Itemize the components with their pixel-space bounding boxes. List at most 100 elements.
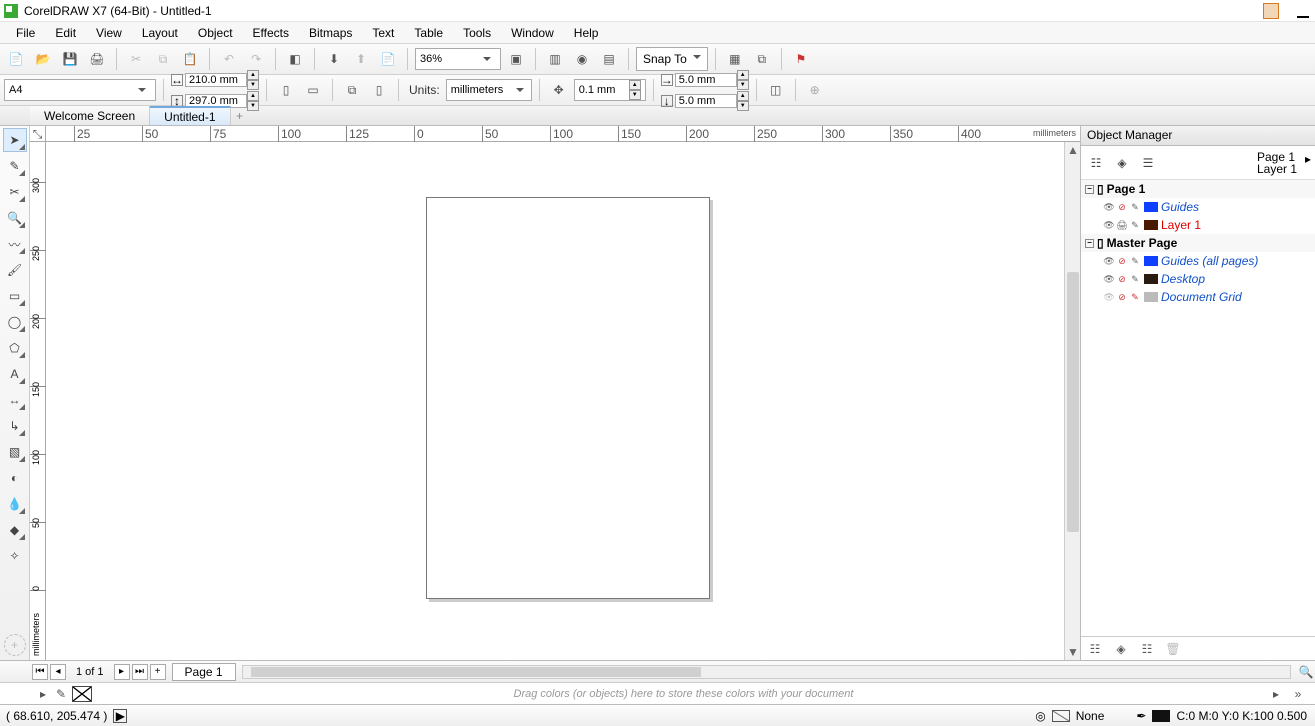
save-button[interactable]: 💾 [58,47,82,71]
eye-icon[interactable]: 👁 [1103,201,1115,213]
menu-bitmaps[interactable]: Bitmaps [299,24,362,42]
show-guidelines-button[interactable]: ▤ [597,47,621,71]
pick-tool[interactable]: ➤ [3,128,27,152]
nudge-input-wrap[interactable]: ▲▼ [574,79,646,101]
redo-button[interactable]: ↷ [244,47,268,71]
color-swatch[interactable] [1144,274,1158,284]
fill-swatch[interactable] [1152,710,1170,722]
fill-pen-icon[interactable]: ✒ [1136,709,1146,723]
scroll-down-button[interactable]: ▼ [1065,644,1080,660]
menu-text[interactable]: Text [362,24,404,42]
nudge-input[interactable] [579,81,629,99]
om-page-info[interactable]: Page 1 Layer 1 ▸ [1257,151,1311,175]
portrait-button[interactable]: ▯ [274,78,298,102]
close-toolbar-button[interactable]: ⚑ [789,47,813,71]
menu-table[interactable]: Table [404,24,453,42]
print-disabled-icon[interactable]: ⊘ [1116,201,1128,213]
color-eyedropper-tool[interactable]: 💧 [3,492,27,516]
scroll-thumb[interactable] [1067,272,1079,532]
chevron-down-icon[interactable] [693,52,701,66]
polygon-tool[interactable]: ⬠ [3,336,27,360]
copy-button[interactable]: ⧉ [151,47,175,71]
rectangle-tool[interactable]: ▭ [3,284,27,308]
height-spinner[interactable]: ▲▼ [247,91,259,111]
print-button[interactable]: 🖨 [85,47,109,71]
next-page-button[interactable]: ▸ [114,664,130,680]
delete-layer-button[interactable]: 🗑 [1163,639,1183,659]
parallel-dimension-tool[interactable]: ↔ [3,388,27,412]
menu-help[interactable]: Help [564,24,609,42]
layer-manager-view-icon[interactable]: ☰ [1137,152,1159,174]
ruler-vertical[interactable]: 300 250 200 150 100 50 0 millimeters [30,142,46,660]
eyedropper-icon[interactable]: ✎ [54,687,68,701]
smart-fill-tool[interactable]: ✧ [3,544,27,568]
edit-disabled-icon[interactable]: ✎ [1129,291,1141,303]
chevron-right-icon[interactable]: ▸ [1305,153,1311,165]
new-tab-button[interactable]: + [231,106,249,125]
show-grid-button[interactable]: ◉ [570,47,594,71]
nudge-spinner[interactable]: ▲▼ [629,80,641,100]
scroll-thumb[interactable] [251,667,701,677]
palette-scroll-right[interactable]: ▸ [1269,687,1283,701]
minimize-button[interactable] [1291,4,1315,18]
eye-icon[interactable]: 👁 [1103,219,1115,231]
transparency-tool[interactable]: ◐ [3,466,27,490]
app-launcher-button[interactable]: ⧉ [750,47,774,71]
connector-tool[interactable]: ↳ [3,414,27,438]
menu-view[interactable]: View [86,24,132,42]
units-input[interactable] [451,81,513,99]
options-button[interactable]: ▦ [723,47,747,71]
crop-tool[interactable]: ✂ [3,180,27,204]
page-size-combo[interactable] [4,79,156,101]
no-color-swatch[interactable] [72,686,92,702]
page-preview[interactable] [426,197,710,599]
paste-button[interactable]: 📋 [178,47,202,71]
horizontal-scrollbar[interactable] [242,665,1291,679]
add-preset-button[interactable]: ⊕ [803,78,827,102]
collapse-icon[interactable]: − [1085,185,1094,194]
menu-file[interactable]: File [6,24,45,42]
customize-toolbox-button[interactable]: + [4,634,26,656]
export-button[interactable]: ⬆ [349,47,373,71]
om-node-docgrid[interactable]: 👁⊘✎ Document Grid [1081,288,1315,306]
open-button[interactable]: 📂 [31,47,55,71]
dup-x-spinner[interactable]: ▲▼ [737,70,749,90]
eye-disabled-icon[interactable]: 👁 [1103,291,1115,303]
eye-icon[interactable]: 👁 [1103,273,1115,285]
new-master-layer-button[interactable]: ◈ [1111,639,1131,659]
scroll-up-button[interactable]: ▲ [1065,142,1080,158]
tab-untitled-1[interactable]: Untitled-1 [150,106,230,125]
om-node-layer1[interactable]: 👁🖨✎ Layer 1 [1081,216,1315,234]
color-proof-icon[interactable]: ◎ [1035,709,1045,723]
current-page-button[interactable]: ▯ [367,78,391,102]
chevron-down-icon[interactable] [135,80,149,100]
print-disabled-icon[interactable]: ⊘ [1116,255,1128,267]
om-node-guides[interactable]: 👁⊘✎ Guides [1081,198,1315,216]
zoom-input[interactable] [420,50,480,68]
dup-y-spinner[interactable]: ▲▼ [737,91,749,111]
dup-y-input[interactable] [675,94,737,108]
menu-edit[interactable]: Edit [45,24,86,42]
fullscreen-preview-button[interactable]: ▣ [504,47,528,71]
ruler-horizontal[interactable]: ⤡ 25 50 75 100 125 0 50 100 150 200 250 … [30,126,1080,142]
color-swatch[interactable] [1144,202,1158,212]
artistic-media-tool[interactable]: 🖌 [3,258,27,282]
text-tool[interactable]: A [3,362,27,386]
edit-icon[interactable]: ✎ [1129,255,1141,267]
drop-shadow-tool[interactable]: ▧ [3,440,27,464]
first-page-button[interactable]: ⏮ [32,664,48,680]
menu-window[interactable]: Window [501,24,564,42]
edit-icon[interactable]: ✎ [1129,219,1141,231]
outline-none-icon[interactable] [1052,710,1070,722]
units-combo[interactable] [446,79,532,101]
menu-layout[interactable]: Layout [132,24,188,42]
edit-icon[interactable]: ✎ [1129,201,1141,213]
panel-header[interactable]: Object Manager [1081,126,1315,146]
search-content-button[interactable]: ◧ [283,47,307,71]
undo-button[interactable]: ↶ [217,47,241,71]
treat-as-filled-button[interactable]: ◫ [764,78,788,102]
edit-icon[interactable]: ✎ [1129,273,1141,285]
last-page-button[interactable]: ⏭ [132,664,148,680]
print-icon[interactable]: 🖨 [1116,219,1128,231]
all-pages-button[interactable]: ⧉ [340,78,364,102]
